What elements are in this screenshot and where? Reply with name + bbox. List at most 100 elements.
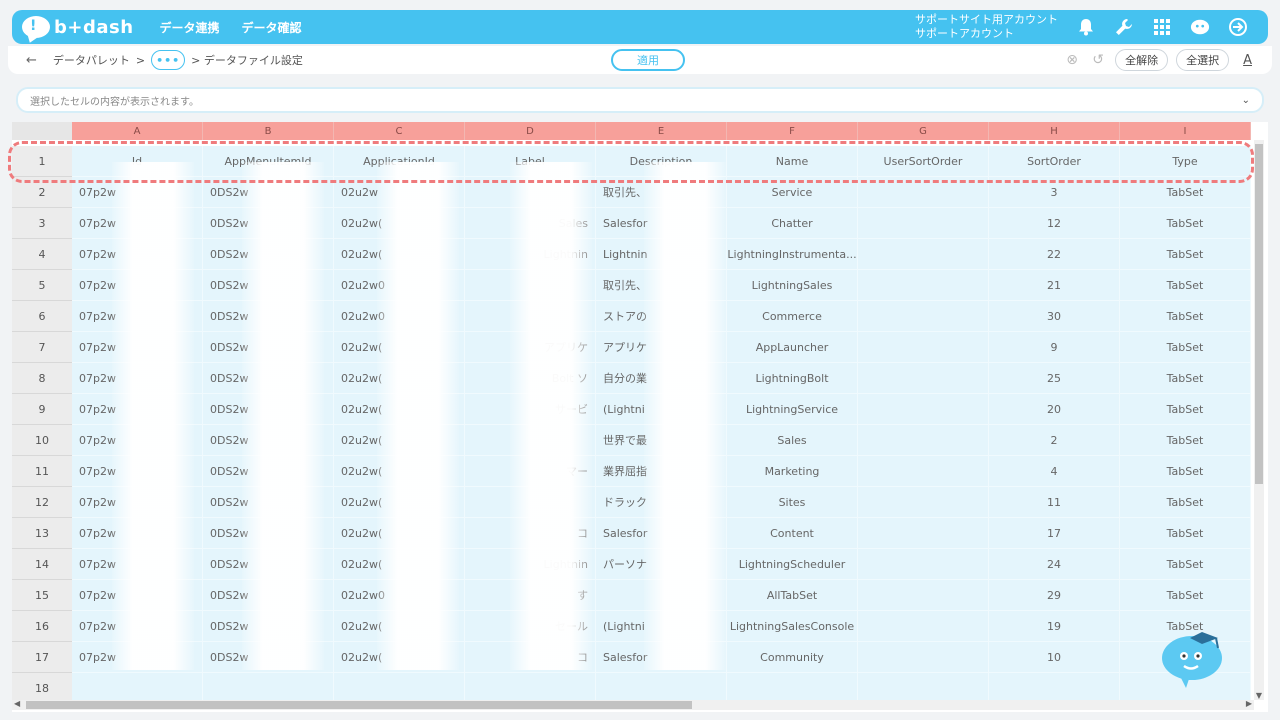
grid-cell[interactable]: 17 bbox=[989, 518, 1120, 549]
font-icon[interactable]: A bbox=[1243, 53, 1252, 68]
grid-cell[interactable]: 24 bbox=[989, 549, 1120, 580]
scroll-left-arrow-icon[interactable]: ◀ bbox=[14, 699, 20, 708]
spreadsheet-grid[interactable]: ABCDEFGHI 1 Id AppMenuItemId ApplicationId L… bbox=[12, 122, 1268, 712]
grid-cell[interactable]: TabSet bbox=[1120, 239, 1251, 270]
account-info[interactable]: サポートサイト用アカウント サポートアカウント bbox=[915, 13, 1058, 41]
grid-cell[interactable]: Content bbox=[727, 518, 858, 549]
apply-button[interactable]: 適用 bbox=[611, 49, 685, 71]
grid-cell[interactable]: 25 bbox=[989, 363, 1120, 394]
breadcrumb-data-palette[interactable]: データパレット bbox=[53, 52, 130, 68]
grid-cell[interactable] bbox=[858, 487, 989, 518]
cell-content-display[interactable]: 選択したセルの内容が表示されます。 ⌄ bbox=[16, 87, 1264, 113]
column-header-b[interactable]: B bbox=[203, 122, 334, 140]
column-header-e[interactable]: E bbox=[596, 122, 727, 140]
column-header-f[interactable]: F bbox=[727, 122, 858, 140]
logout-icon[interactable] bbox=[1228, 17, 1248, 37]
column-header-a[interactable]: A bbox=[72, 122, 203, 140]
grid-cell[interactable]: LightningInstrumenta... bbox=[727, 239, 858, 270]
grid-cell[interactable]: 29 bbox=[989, 580, 1120, 611]
grid-cell[interactable]: TabSet bbox=[1120, 394, 1251, 425]
grid-cell[interactable]: 22 bbox=[989, 239, 1120, 270]
header-cell[interactable]: UserSortOrder bbox=[858, 146, 989, 177]
grid-cell[interactable]: 19 bbox=[989, 611, 1120, 642]
horizontal-scrollbar[interactable]: ◀ ▶ bbox=[12, 699, 1254, 710]
row-number[interactable]: 8 bbox=[12, 363, 72, 394]
grid-cell[interactable] bbox=[858, 208, 989, 239]
grid-cell[interactable]: Chatter bbox=[727, 208, 858, 239]
row-number[interactable]: 5 bbox=[12, 270, 72, 301]
grid-cell[interactable]: LightningSales bbox=[727, 270, 858, 301]
clear-circle-icon[interactable]: ⊗ bbox=[1063, 52, 1081, 68]
grid-cell[interactable]: TabSet bbox=[1120, 425, 1251, 456]
grid-cell[interactable] bbox=[858, 611, 989, 642]
grid-cell[interactable]: TabSet bbox=[1120, 549, 1251, 580]
grid-cell[interactable]: TabSet bbox=[1120, 456, 1251, 487]
grid-cell[interactable] bbox=[858, 456, 989, 487]
select-all-button[interactable]: 全選択 bbox=[1176, 49, 1230, 71]
grid-cell[interactable] bbox=[858, 518, 989, 549]
row-number[interactable]: 14 bbox=[12, 549, 72, 580]
grid-cell[interactable] bbox=[858, 301, 989, 332]
grid-cell[interactable]: TabSet bbox=[1120, 518, 1251, 549]
grid-cell[interactable] bbox=[858, 239, 989, 270]
grid-cell[interactable]: AppLauncher bbox=[727, 332, 858, 363]
grid-cell[interactable] bbox=[858, 549, 989, 580]
column-header-g[interactable]: G bbox=[858, 122, 989, 140]
column-header-d[interactable]: D bbox=[465, 122, 596, 140]
grid-cell[interactable]: LightningScheduler bbox=[727, 549, 858, 580]
breadcrumb-more-button[interactable]: ••• bbox=[151, 50, 186, 70]
grid-cell[interactable]: Service bbox=[727, 177, 858, 208]
grid-cell[interactable] bbox=[858, 642, 989, 673]
grid-cell[interactable]: 21 bbox=[989, 270, 1120, 301]
grid-cell[interactable]: TabSet bbox=[1120, 363, 1251, 394]
vertical-scroll-thumb[interactable] bbox=[1255, 144, 1263, 484]
vertical-scrollbar[interactable]: ▼ bbox=[1254, 140, 1264, 700]
brain-icon[interactable] bbox=[1190, 17, 1210, 37]
mascot-brain-icon[interactable] bbox=[1160, 628, 1226, 690]
nav-data-integration[interactable]: データ連携 bbox=[160, 19, 220, 36]
row-number[interactable]: 15 bbox=[12, 580, 72, 611]
grid-cell[interactable]: TabSet bbox=[1120, 177, 1251, 208]
header-cell[interactable]: SortOrder bbox=[989, 146, 1120, 177]
header-cell[interactable]: Name bbox=[727, 146, 858, 177]
grid-cell[interactable]: Sites bbox=[727, 487, 858, 518]
grid-cell[interactable] bbox=[858, 177, 989, 208]
grid-cell[interactable]: TabSet bbox=[1120, 301, 1251, 332]
logo[interactable]: ! b+dash bbox=[22, 16, 134, 38]
grid-cell[interactable]: TabSet bbox=[1120, 208, 1251, 239]
grid-cell[interactable]: AllTabSet bbox=[727, 580, 858, 611]
row-number[interactable]: 9 bbox=[12, 394, 72, 425]
grid-cell[interactable]: TabSet bbox=[1120, 487, 1251, 518]
row-number[interactable]: 11 bbox=[12, 456, 72, 487]
grid-cell[interactable]: TabSet bbox=[1120, 580, 1251, 611]
history-icon[interactable]: ↺ bbox=[1089, 52, 1107, 68]
row-number[interactable]: 2 bbox=[12, 177, 72, 208]
grid-cell[interactable]: 20 bbox=[989, 394, 1120, 425]
clear-all-button[interactable]: 全解除 bbox=[1115, 49, 1169, 71]
grid-cell[interactable]: 30 bbox=[989, 301, 1120, 332]
row-number[interactable]: 4 bbox=[12, 239, 72, 270]
row-number[interactable]: 12 bbox=[12, 487, 72, 518]
grid-cell[interactable]: 2 bbox=[989, 425, 1120, 456]
grid-cell[interactable]: 4 bbox=[989, 456, 1120, 487]
column-header-i[interactable]: I bbox=[1120, 122, 1251, 140]
grid-cell[interactable]: LightningSalesConsole bbox=[727, 611, 858, 642]
header-cell[interactable]: Type bbox=[1120, 146, 1251, 177]
grid-cell[interactable] bbox=[858, 270, 989, 301]
grid-cell[interactable]: LightningBolt bbox=[727, 363, 858, 394]
grid-cell[interactable] bbox=[858, 580, 989, 611]
row-number[interactable]: 17 bbox=[12, 642, 72, 673]
bell-icon[interactable] bbox=[1076, 17, 1096, 37]
row-number[interactable]: 1 bbox=[12, 146, 72, 177]
scroll-right-arrow-icon[interactable]: ▶ bbox=[1246, 699, 1252, 708]
horizontal-scroll-thumb[interactable] bbox=[26, 701, 692, 709]
grid-cell[interactable] bbox=[858, 363, 989, 394]
row-number[interactable]: 16 bbox=[12, 611, 72, 642]
grid-cell[interactable]: TabSet bbox=[1120, 270, 1251, 301]
column-header-h[interactable]: H bbox=[989, 122, 1120, 140]
grid-corner[interactable] bbox=[12, 122, 72, 140]
row-number[interactable]: 6 bbox=[12, 301, 72, 332]
grid-cell[interactable]: 12 bbox=[989, 208, 1120, 239]
grid-cell[interactable]: 9 bbox=[989, 332, 1120, 363]
nav-data-check[interactable]: データ確認 bbox=[242, 19, 302, 36]
